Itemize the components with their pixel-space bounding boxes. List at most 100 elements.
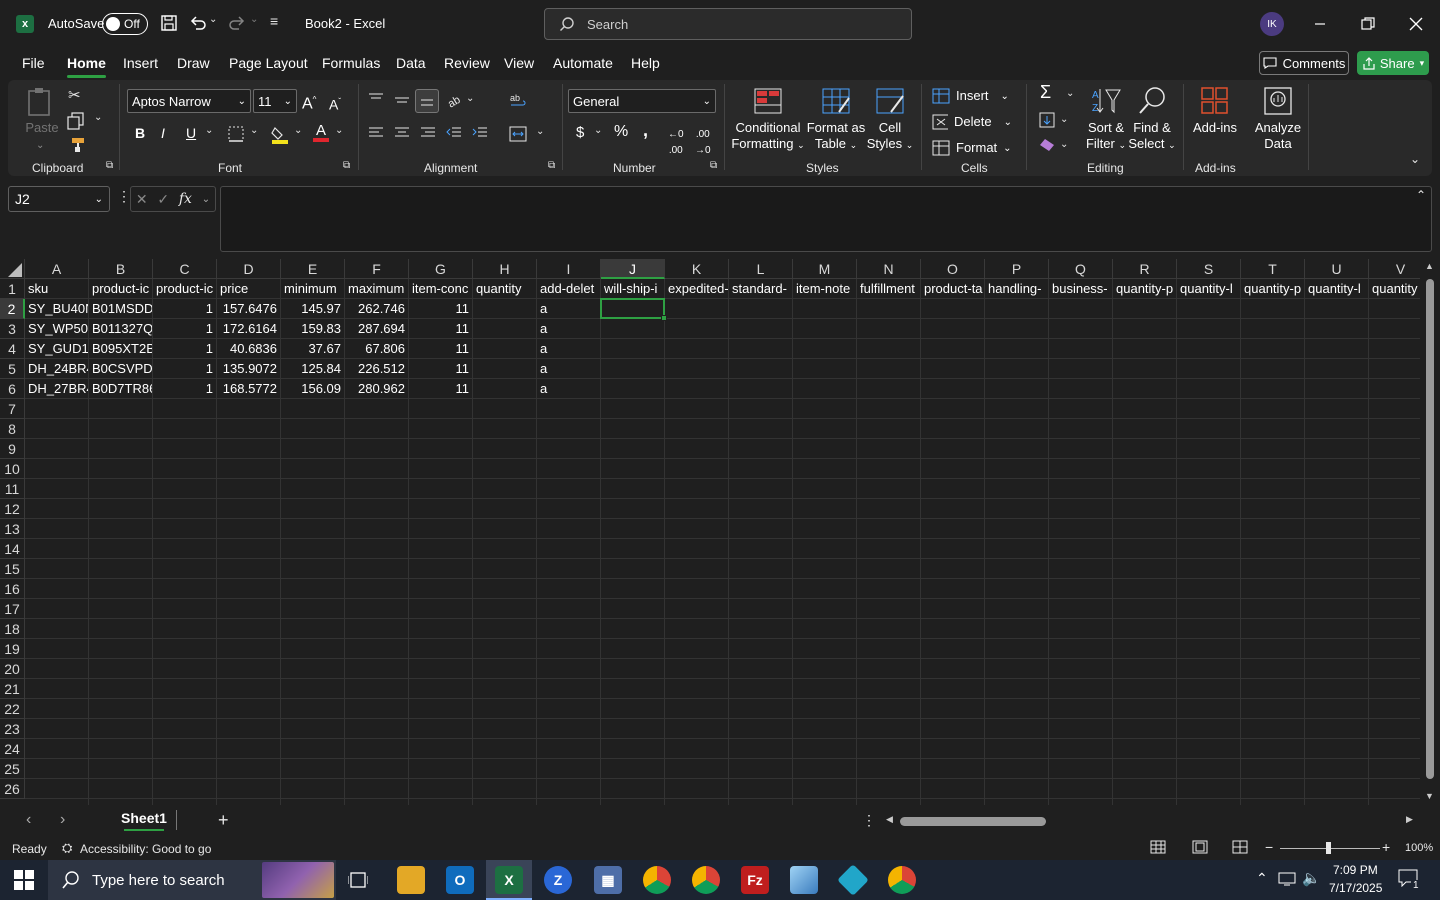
share-button[interactable]: Share ▾: [1357, 51, 1429, 75]
scroll-down-icon[interactable]: ▼: [1425, 791, 1434, 801]
italic-icon[interactable]: I: [161, 125, 165, 141]
cell-a5[interactable]: DH_24BR4: [25, 359, 89, 379]
align-center-icon[interactable]: [394, 126, 410, 140]
row-header-10[interactable]: 10: [0, 459, 25, 479]
row-header-1[interactable]: 1: [0, 279, 25, 299]
column-header-d[interactable]: D: [217, 259, 281, 279]
cell-h4[interactable]: [473, 339, 537, 359]
row-header-9[interactable]: 9: [0, 439, 25, 459]
currency-icon[interactable]: $: [576, 125, 584, 141]
header-cell-g[interactable]: item-conc: [409, 279, 473, 299]
comments-button[interactable]: Comments: [1259, 51, 1349, 75]
menu-file[interactable]: File: [22, 55, 45, 71]
column-header-f[interactable]: F: [345, 259, 409, 279]
sort-filter-button[interactable]: AZ Sort & Filter ⌄: [1084, 86, 1128, 154]
column-header-t[interactable]: T: [1241, 259, 1305, 279]
row-header-7[interactable]: 7: [0, 399, 25, 419]
formula-input[interactable]: [220, 186, 1432, 252]
horizontal-scroll-thumb[interactable]: [900, 817, 1046, 826]
copy-icon[interactable]: [67, 112, 85, 130]
close-icon[interactable]: [1404, 12, 1428, 36]
underline-dropdown-icon[interactable]: ⌄: [205, 125, 213, 136]
conditional-formatting-button[interactable]: Conditional Formatting ⌄: [730, 86, 806, 154]
clear-dropdown-icon[interactable]: ⌄: [1060, 139, 1068, 150]
menu-view[interactable]: View: [504, 55, 534, 71]
column-header-u[interactable]: U: [1305, 259, 1369, 279]
increase-font-size-icon[interactable]: A^: [302, 92, 316, 112]
undo-dropdown-icon[interactable]: ⌄: [209, 14, 217, 25]
app-icon[interactable]: [790, 866, 818, 894]
clock-time[interactable]: 7:09 PM: [1333, 863, 1378, 877]
insert-function-icon[interactable]: fx: [179, 191, 192, 207]
cell-h6[interactable]: [473, 379, 537, 399]
chrome-icon[interactable]: [643, 866, 671, 894]
cell-c3[interactable]: 1: [153, 319, 217, 339]
column-header-b[interactable]: B: [89, 259, 153, 279]
cell-b4[interactable]: B095XT2B: [89, 339, 153, 359]
name-box[interactable]: J2 ⌄: [8, 186, 110, 212]
customize-toolbar-icon[interactable]: ≡: [270, 13, 278, 29]
cell-styles-button[interactable]: Cell Styles ⌄: [866, 86, 914, 154]
row-header-5[interactable]: 5: [0, 359, 25, 379]
zoom-out-icon[interactable]: −: [1265, 839, 1273, 855]
number-launcher-icon[interactable]: ⧉: [710, 160, 717, 171]
clock-date[interactable]: 7/17/2025: [1329, 881, 1382, 895]
zoom-slider-thumb[interactable]: [1326, 842, 1331, 854]
format-painter-icon[interactable]: [68, 137, 86, 153]
column-header-g[interactable]: G: [409, 259, 473, 279]
cell-g2[interactable]: 11: [409, 299, 473, 319]
font-color-dropdown-icon[interactable]: ⌄: [335, 125, 343, 136]
cell-d4[interactable]: 40.6836: [217, 339, 281, 359]
header-cell-a[interactable]: sku: [25, 279, 89, 299]
column-header-o[interactable]: O: [921, 259, 985, 279]
currency-dropdown-icon[interactable]: ⌄: [594, 125, 602, 136]
align-middle-icon[interactable]: [394, 94, 410, 108]
outlook-icon[interactable]: O: [446, 866, 474, 894]
zoho-icon[interactable]: Z: [544, 866, 572, 894]
avatar[interactable]: IK: [1260, 12, 1284, 36]
show-hidden-icons-icon[interactable]: ⌃: [1256, 870, 1268, 887]
analyze-data-button[interactable]: Analyze Data: [1252, 86, 1304, 154]
cell-b6[interactable]: B0D7TR86: [89, 379, 153, 399]
cell-g6[interactable]: 11: [409, 379, 473, 399]
more-options-icon[interactable]: ⋮: [117, 188, 131, 205]
sheet-tab-sheet1[interactable]: Sheet1: [116, 805, 172, 831]
format-as-table-button[interactable]: Format as Table ⌄: [806, 86, 866, 154]
cut-icon[interactable]: ✂: [68, 86, 81, 104]
file-explorer-icon[interactable]: [397, 866, 425, 894]
page-break-view-icon[interactable]: [1232, 840, 1248, 854]
autosum-icon[interactable]: Σ: [1040, 83, 1051, 101]
comma-style-icon[interactable]: ,: [643, 121, 648, 139]
decrease-decimal-icon[interactable]: .00 →0: [695, 127, 711, 159]
cell-e5[interactable]: 125.84: [281, 359, 345, 379]
number-format-select[interactable]: General ⌄: [568, 89, 716, 113]
cell-d6[interactable]: 168.5772: [217, 379, 281, 399]
cell-i2[interactable]: a: [537, 299, 601, 319]
cell-g5[interactable]: 11: [409, 359, 473, 379]
active-cell-selection[interactable]: [600, 298, 667, 321]
borders-icon[interactable]: [228, 126, 244, 142]
header-cell-s[interactable]: quantity-l: [1177, 279, 1241, 299]
network-icon[interactable]: [1278, 872, 1296, 886]
column-header-e[interactable]: E: [281, 259, 345, 279]
scroll-left-icon[interactable]: ◀: [886, 814, 893, 825]
paste-button[interactable]: Paste: [24, 86, 60, 140]
header-cell-h[interactable]: quantity: [473, 279, 537, 299]
align-top-icon[interactable]: [368, 92, 384, 106]
row-header-15[interactable]: 15: [0, 559, 25, 579]
enter-icon[interactable]: ✓: [157, 191, 169, 208]
menu-formulas[interactable]: Formulas: [322, 55, 380, 71]
menu-page-layout[interactable]: Page Layout: [229, 55, 308, 71]
wrap-text-icon[interactable]: ab: [509, 92, 527, 110]
header-cell-p[interactable]: handling-: [985, 279, 1049, 299]
header-cell-d[interactable]: price: [217, 279, 281, 299]
header-cell-o[interactable]: product-ta: [921, 279, 985, 299]
cell-a6[interactable]: DH_27BR4: [25, 379, 89, 399]
header-cell-n[interactable]: fulfillment: [857, 279, 921, 299]
windows-start-icon[interactable]: [14, 870, 34, 890]
row-header-6[interactable]: 6: [0, 379, 25, 399]
fill-color-dropdown-icon[interactable]: ⌄: [294, 125, 302, 136]
normal-view-icon[interactable]: [1150, 840, 1170, 858]
add-sheet-icon[interactable]: +: [218, 810, 229, 831]
ribbon-collapse-icon[interactable]: ⌄: [1410, 152, 1420, 166]
